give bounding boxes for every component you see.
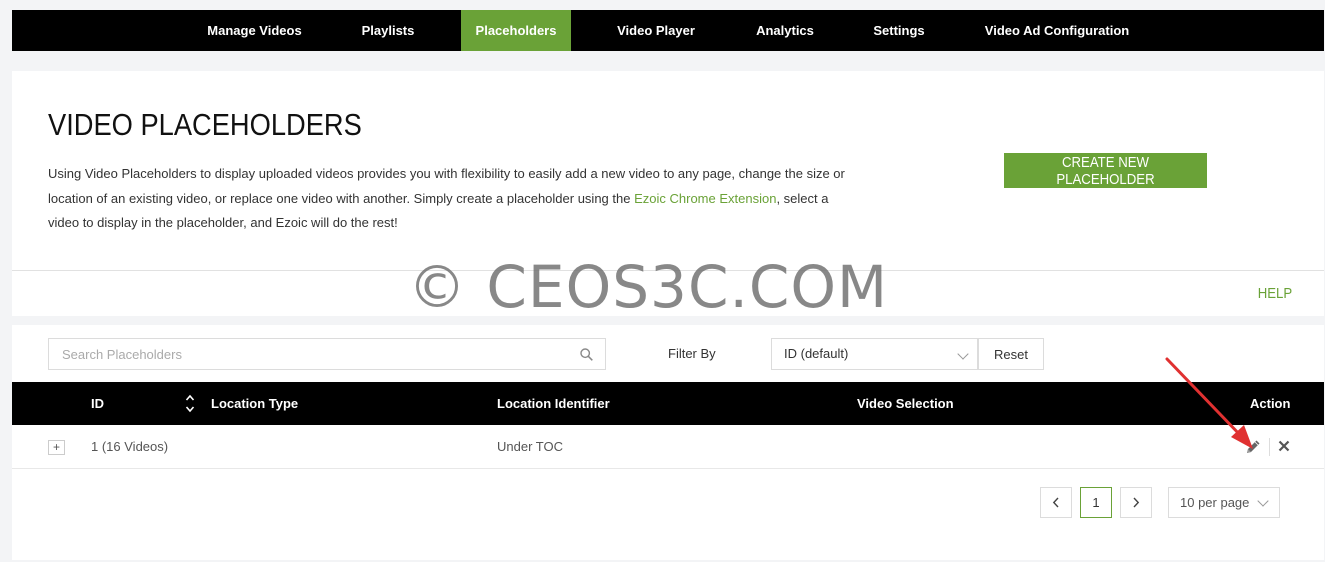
cell-id: 1 (16 Videos) [91,439,169,454]
search-icon[interactable] [580,348,593,361]
pagination-next-button[interactable] [1120,487,1152,518]
pencil-icon[interactable] [1244,438,1262,456]
column-header-id: ID [91,396,104,411]
cell-location-identifier: Under TOC [497,439,563,454]
create-button-label: CREATE NEW PLACEHOLDER [1056,153,1155,188]
pagination-page-current[interactable]: 1 [1080,487,1112,518]
page-title: VIDEO PLACEHOLDERS [48,107,362,142]
per-page-select[interactable]: 10 per page [1168,487,1280,518]
table-row: + 1 (16 Videos) Under TOC [12,425,1324,469]
column-header-location-type: Location Type [211,396,299,411]
per-page-value: 10 per page [1180,495,1250,510]
filter-select[interactable]: ID (default) [771,338,978,370]
top-nav: Manage Videos Playlists Placeholders Vid… [12,10,1324,51]
chevron-down-icon [1257,495,1269,507]
expand-row-button[interactable]: + [48,440,65,455]
search-box [48,338,606,370]
ezoic-chrome-extension-link[interactable]: Ezoic Chrome Extension [634,191,776,206]
close-icon[interactable] [1277,439,1291,453]
nav-item-settings[interactable]: Settings [858,10,940,51]
placeholders-card: Filter By ID (default) Reset ID Location… [12,325,1324,560]
chevron-down-icon [957,348,969,360]
column-header-video-selection: Video Selection [857,396,954,411]
sort-icon[interactable] [185,393,195,414]
divider [12,270,1324,271]
filter-label: Filter By [668,346,716,361]
nav-item-placeholders[interactable]: Placeholders [461,10,571,51]
pagination-prev-button[interactable] [1040,487,1072,518]
nav-item-playlists[interactable]: Playlists [342,10,434,51]
chevron-right-icon [1133,497,1140,508]
nav-item-video-player[interactable]: Video Player [600,10,712,51]
filter-select-value: ID (default) [784,346,849,361]
header-card: VIDEO PLACEHOLDERS Using Video Placehold… [12,71,1324,316]
help-link[interactable]: HELP [1258,285,1292,302]
page-description: Using Video Placeholders to display uplo… [48,162,848,236]
search-input[interactable] [49,339,569,369]
nav-item-manage-videos[interactable]: Manage Videos [192,10,317,51]
reset-button[interactable]: Reset [978,338,1044,370]
action-divider [1269,438,1270,456]
table-header: ID Location Type Location Identifier Vid… [12,382,1324,425]
nav-item-analytics[interactable]: Analytics [741,10,829,51]
column-header-action: Action [1250,396,1291,411]
chevron-left-icon [1052,497,1059,508]
create-new-placeholder-button[interactable]: CREATE NEW PLACEHOLDER [1004,153,1207,188]
nav-item-video-ad-configuration[interactable]: Video Ad Configuration [976,10,1138,51]
column-header-location-identifier: Location Identifier [497,396,610,411]
